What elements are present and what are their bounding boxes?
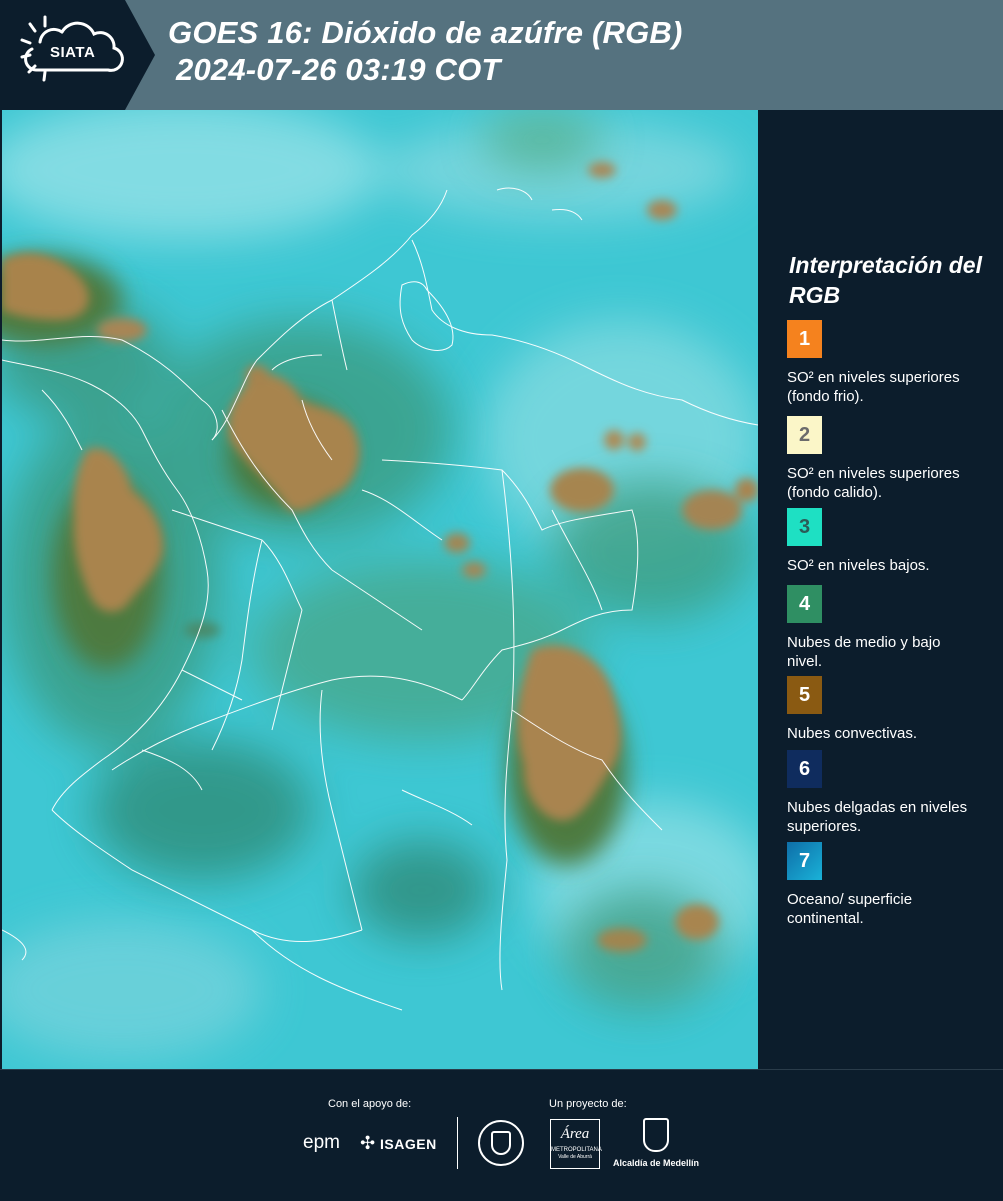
legend-swatch-2: 2 bbox=[787, 416, 822, 454]
legend-item-1: 1 SO² en niveles superiores (fondo frio)… bbox=[787, 320, 987, 406]
legend-panel: Interpretación del RGB 1 SO² en niveles … bbox=[760, 110, 1003, 1069]
project-label: Un proyecto de: bbox=[549, 1098, 627, 1110]
legend-text-7: Oceano/ superficie continental. bbox=[787, 891, 913, 927]
legend-number-3: 3 bbox=[798, 515, 811, 538]
legend-number-4: 4 bbox=[798, 592, 811, 615]
legend-swatch-6: 6 bbox=[787, 750, 822, 788]
legend-item-3: 3 SO² en niveles bajos. bbox=[787, 508, 987, 575]
medellin-seal-icon bbox=[478, 1120, 524, 1166]
isagen-icon: ✣ bbox=[360, 1133, 376, 1153]
legend-item-5: 5 Nubes convectivas. bbox=[787, 676, 987, 743]
legend-number-5: 5 bbox=[798, 683, 811, 706]
siata-logo-text: SIATA bbox=[50, 44, 96, 61]
legend-number-2: 2 bbox=[798, 423, 811, 446]
alcaldia-shield-icon bbox=[643, 1118, 669, 1152]
legend-text-6: Nubes delgadas en niveles superiores. bbox=[787, 799, 968, 835]
page-title: GOES 16: Dióxido de azúfre (RGB) 2024-07… bbox=[168, 14, 683, 88]
legend-text-5: Nubes convectivas. bbox=[787, 725, 918, 742]
metro-logo-sub: METROPOLITANA bbox=[551, 1147, 602, 1153]
title-product: GOES 16: Dióxido de azúfre (RGB) bbox=[168, 15, 683, 50]
footer-divider bbox=[457, 1117, 458, 1169]
legend-text-2: SO² en niveles superiores (fondo calido)… bbox=[787, 465, 960, 501]
legend-item-4: 4 Nubes de medio y bajo nivel. bbox=[787, 585, 987, 671]
legend-title: Interpretación del RGB bbox=[789, 252, 982, 308]
legend-number-7: 7 bbox=[798, 849, 811, 872]
epm-logo: epm bbox=[303, 1132, 340, 1153]
legend-swatch-1: 1 bbox=[787, 320, 822, 358]
area-metropolitana-logo: Área METROPOLITANA Valle de Aburrá bbox=[550, 1119, 602, 1169]
satellite-map bbox=[2, 110, 758, 1069]
legend-item-7: 7 Oceano/ superficie continental. bbox=[787, 842, 987, 928]
legend-text-4: Nubes de medio y bajo nivel. bbox=[787, 634, 941, 670]
title-timestamp: 2024-07-26 03:19 COT bbox=[176, 52, 501, 87]
support-label: Con el apoyo de: bbox=[328, 1098, 412, 1110]
legend-swatch-7: 7 bbox=[787, 842, 822, 880]
legend-item-2: 2 SO² en niveles superiores (fondo calid… bbox=[787, 416, 987, 502]
legend-swatch-3: 3 bbox=[787, 508, 822, 546]
legend-item-6: 6 Nubes delgadas en niveles superiores. bbox=[787, 750, 987, 836]
legend-number-1: 1 bbox=[798, 327, 811, 350]
legend-swatch-4: 4 bbox=[787, 585, 822, 623]
metro-logo-sub2: Valle de Aburrá bbox=[558, 1154, 592, 1160]
legend-number-6: 6 bbox=[798, 757, 811, 780]
footer-bar: Con el apoyo de: Un proyecto de: epm ✣ I… bbox=[0, 1069, 1003, 1201]
legend-text-3: SO² en niveles bajos. bbox=[787, 557, 930, 574]
siata-logo: SIATA bbox=[0, 0, 155, 110]
isagen-logo: ISAGEN bbox=[380, 1136, 437, 1152]
legend-text-1: SO² en niveles superiores (fondo frio). bbox=[787, 369, 960, 405]
alcaldia-logo-text: Alcaldía de Medellín bbox=[613, 1158, 700, 1168]
header-bar: SIATA GOES 16: Dióxido de azúfre (RGB) 2… bbox=[0, 0, 1003, 110]
metro-logo-name: Área bbox=[560, 1126, 590, 1142]
legend-swatch-5: 5 bbox=[787, 676, 822, 714]
